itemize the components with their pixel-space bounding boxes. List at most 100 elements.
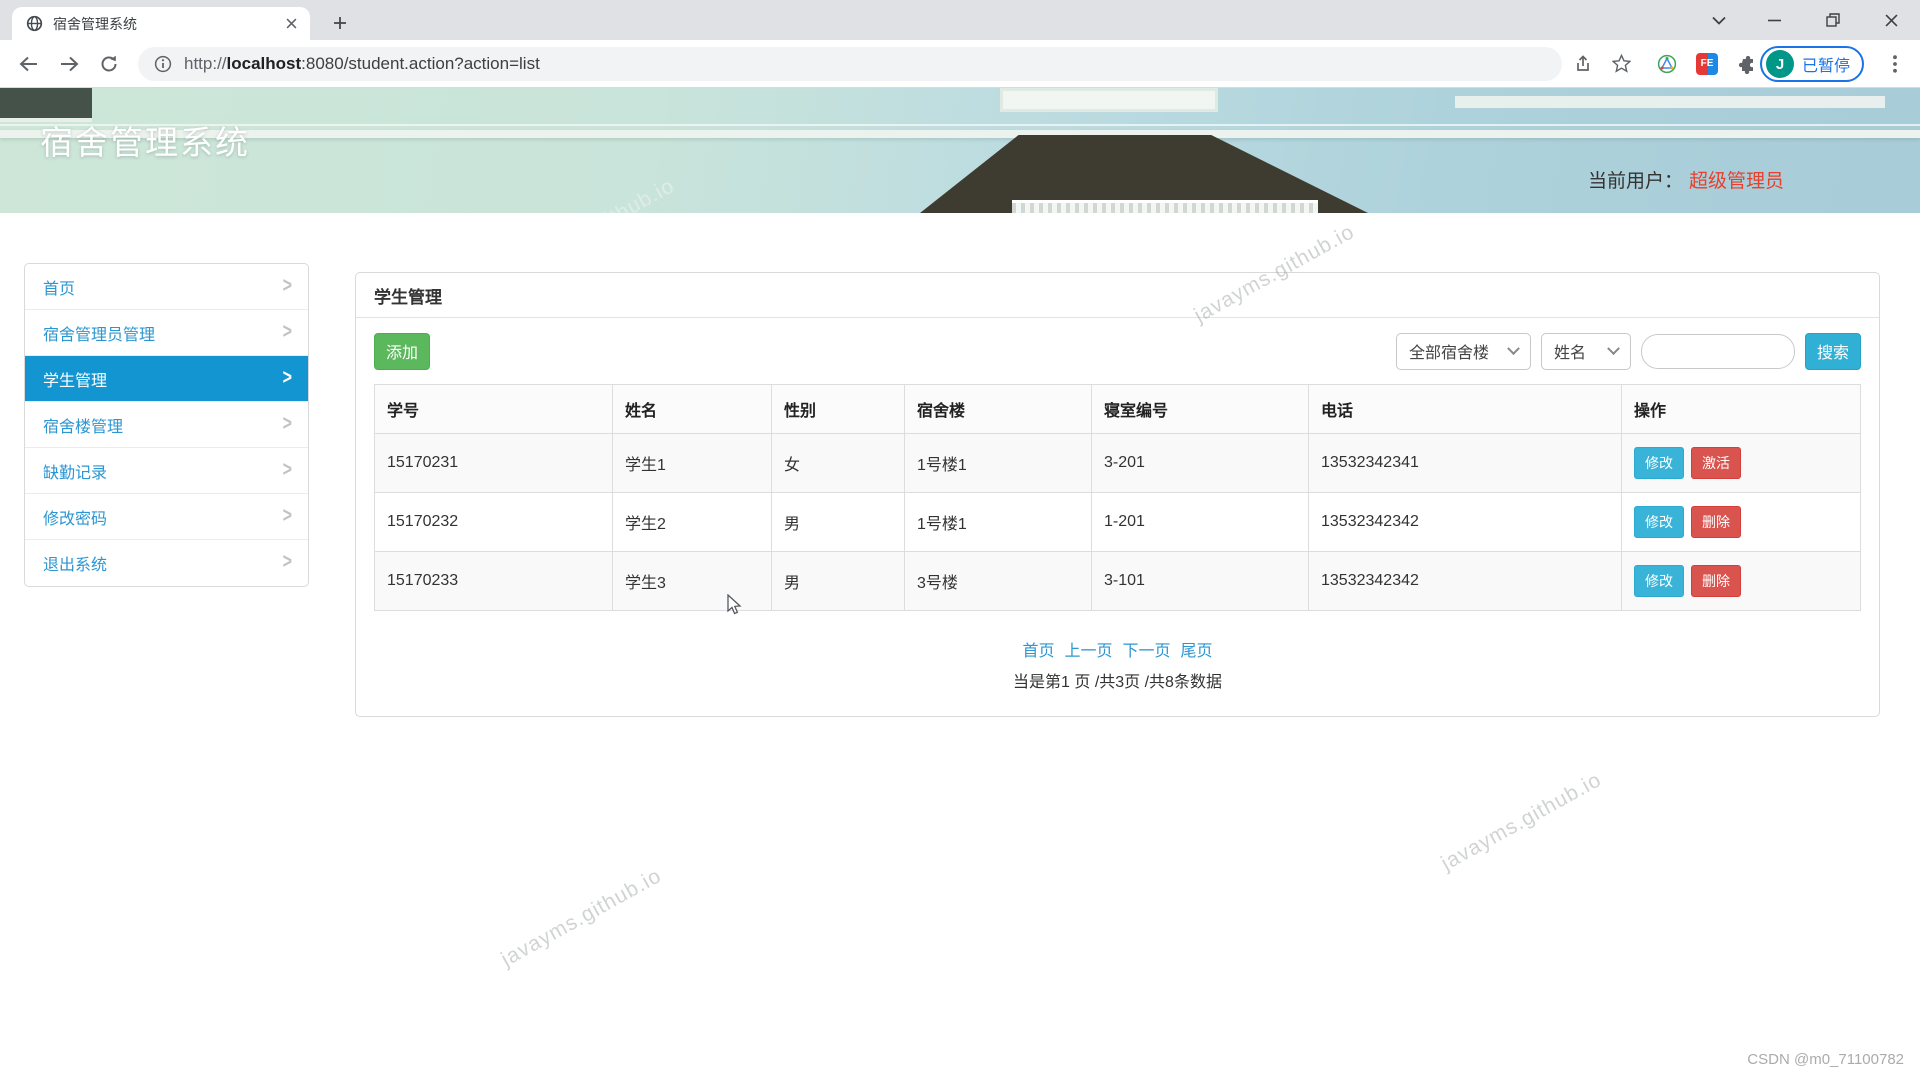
row-actions: 修改删除 xyxy=(1634,565,1848,597)
delete-button[interactable]: 删除 xyxy=(1691,506,1741,538)
reload-icon[interactable] xyxy=(92,47,126,81)
current-user-name: 超级管理员 xyxy=(1689,171,1784,192)
edit-button[interactable]: 修改 xyxy=(1634,447,1684,479)
chevron-right-icon: > xyxy=(283,321,292,344)
cell-student-id: 15170231 xyxy=(375,434,613,493)
url-scheme: http:// xyxy=(184,54,227,73)
extension-fe-icon[interactable]: FE xyxy=(1690,47,1724,81)
field-filter-select[interactable]: 姓名 xyxy=(1541,333,1631,370)
current-user: 当前用户：超级管理员 xyxy=(1588,166,1784,193)
browser-tab[interactable]: 宿舍管理系统 xyxy=(12,7,310,40)
pagination-link[interactable]: 首页 xyxy=(1022,643,1054,660)
favicon-globe-icon xyxy=(26,15,43,32)
chevron-right-icon: > xyxy=(283,413,292,436)
back-icon[interactable] xyxy=(12,47,46,81)
cell-building: 1号楼1 xyxy=(905,434,1092,493)
column-header: 操作 xyxy=(1622,385,1861,434)
table-body: 15170231学生1女1号楼13-20113532342341修改激活1517… xyxy=(375,434,1861,611)
forward-icon[interactable] xyxy=(52,47,86,81)
sidebar-item[interactable]: 首页 > xyxy=(25,264,308,310)
building-filter-select[interactable]: 全部宿舍楼 xyxy=(1396,333,1531,370)
sidebar-item[interactable]: 学生管理> xyxy=(25,356,308,402)
pagination-link[interactable]: 尾页 xyxy=(1181,643,1213,660)
cell-room: 3-101 xyxy=(1092,552,1309,611)
cell-room: 1-201 xyxy=(1092,493,1309,552)
cell-gender: 女 xyxy=(772,434,905,493)
sidebar-item-label: 修改密码 xyxy=(43,505,107,529)
cell-name: 学生1 xyxy=(613,434,772,493)
banner-ledge xyxy=(0,130,1920,138)
column-header: 电话 xyxy=(1309,385,1622,434)
new-tab-button[interactable] xyxy=(326,9,354,37)
window-close-button[interactable] xyxy=(1868,0,1914,40)
watermark: javayms.github.io xyxy=(510,174,678,213)
add-button[interactable]: 添加 xyxy=(374,333,430,370)
csdn-watermark: CSDN @m0_71100782 xyxy=(1747,1051,1904,1068)
tab-search-chevron-icon[interactable] xyxy=(1696,0,1742,40)
cell-actions: 修改删除 xyxy=(1622,552,1861,611)
cell-building: 1号楼1 xyxy=(905,493,1092,552)
cell-student-id: 15170232 xyxy=(375,493,613,552)
extension-hexagon-icon[interactable] xyxy=(1650,47,1684,81)
sidebar-item-label: 退出系统 xyxy=(43,551,107,575)
watermark: javayms.github.io xyxy=(497,864,665,972)
url-bar[interactable]: http://localhost:8080/student.action?act… xyxy=(138,47,1562,81)
sidebar-item[interactable]: 退出系统> xyxy=(25,540,308,586)
bookmark-star-icon[interactable] xyxy=(1604,47,1638,81)
sidebar-item[interactable]: 宿舍楼管理> xyxy=(25,402,308,448)
pagination-link[interactable]: 下一页 xyxy=(1123,643,1171,660)
browser-window: 宿舍管理系统 xyxy=(0,0,1920,1080)
banner-cornice xyxy=(1012,200,1318,213)
search-controls: 全部宿舍楼 姓名 搜索 xyxy=(1396,333,1861,370)
table-toolbar: 添加 全部宿舍楼 姓名 搜索 xyxy=(374,332,1861,370)
panel-header: 学生管理 xyxy=(356,273,1879,318)
sidebar-item[interactable]: 宿舍管理员管理> xyxy=(25,310,308,356)
share-icon[interactable] xyxy=(1566,47,1600,81)
window-minimize-button[interactable] xyxy=(1751,0,1797,40)
row-actions: 修改删除 xyxy=(1634,506,1848,538)
cell-student-id: 15170233 xyxy=(375,552,613,611)
url-path: :8080/student.action?action=list xyxy=(301,54,540,73)
page-info-icon[interactable] xyxy=(154,55,172,73)
search-input[interactable] xyxy=(1641,334,1795,369)
sidebar-item[interactable]: 修改密码> xyxy=(25,494,308,540)
extension-puzzle-icon[interactable] xyxy=(1730,47,1764,81)
window-restore-button[interactable] xyxy=(1810,0,1856,40)
tab-title: 宿舍管理系统 xyxy=(53,14,282,34)
pagination-link[interactable]: 上一页 xyxy=(1064,643,1112,660)
cell-building: 3号楼 xyxy=(905,552,1092,611)
cell-actions: 修改删除 xyxy=(1622,493,1861,552)
sidebar-menu: 首页>宿舍管理员管理>学生管理>宿舍楼管理>缺勤记录>修改密码>退出系统> xyxy=(24,263,309,587)
chevron-right-icon: > xyxy=(283,275,292,298)
cell-gender: 男 xyxy=(772,552,905,611)
tab-close-icon[interactable] xyxy=(282,15,300,33)
column-header: 寝室编号 xyxy=(1092,385,1309,434)
sidebar-item[interactable]: 缺勤记录> xyxy=(25,448,308,494)
url-host: localhost xyxy=(227,54,302,73)
activate-button[interactable]: 激活 xyxy=(1691,447,1741,479)
edit-button[interactable]: 修改 xyxy=(1634,565,1684,597)
row-actions: 修改激活 xyxy=(1634,447,1848,479)
chevron-down-icon xyxy=(1607,342,1620,355)
extension-fe-badge: FE xyxy=(1696,53,1718,75)
delete-button[interactable]: 删除 xyxy=(1691,565,1741,597)
column-header: 宿舍楼 xyxy=(905,385,1092,434)
browser-toolbar: http://localhost:8080/student.action?act… xyxy=(0,40,1920,88)
chevron-right-icon: > xyxy=(283,459,292,482)
banner-molding-line xyxy=(0,124,1920,126)
menu-dots-icon[interactable] xyxy=(1878,47,1912,81)
watermark: javayms.github.io xyxy=(1437,768,1605,876)
cell-phone: 13532342341 xyxy=(1309,434,1622,493)
profile-pill[interactable]: J 已暂停 xyxy=(1760,46,1864,82)
table-row: 15170232学生2男1号楼11-20113532342342修改删除 xyxy=(375,493,1861,552)
sidebar-item-label: 首页 xyxy=(43,275,75,299)
edit-button[interactable]: 修改 xyxy=(1634,506,1684,538)
student-management-panel: 学生管理 添加 全部宿舍楼 姓名 搜索 xyxy=(355,272,1880,717)
cell-name: 学生2 xyxy=(613,493,772,552)
sidebar-item-label: 学生管理 xyxy=(43,367,107,391)
search-button[interactable]: 搜索 xyxy=(1805,333,1861,370)
tab-strip: 宿舍管理系统 xyxy=(0,0,1920,40)
pagination-links: 首页上一页下一页尾页 xyxy=(374,637,1861,661)
profile-status: 已暂停 xyxy=(1802,52,1850,76)
cell-room: 3-201 xyxy=(1092,434,1309,493)
